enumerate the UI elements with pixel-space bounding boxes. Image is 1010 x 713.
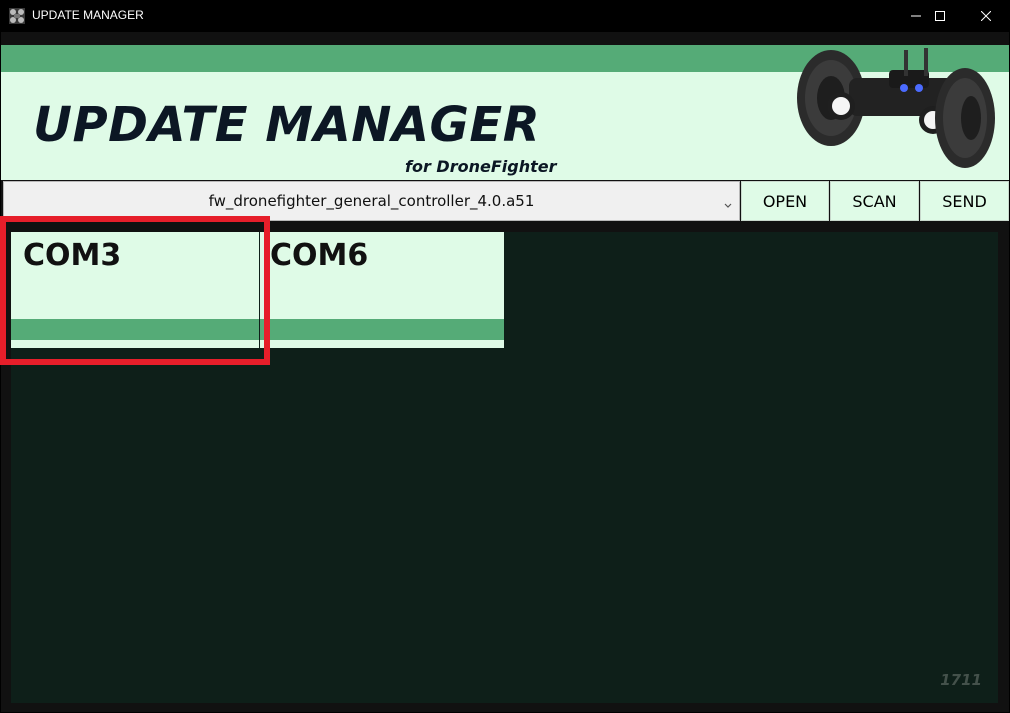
open-button[interactable]: OPEN [741,181,829,221]
watermark-text: 1711 [940,671,982,689]
port-name: COM6 [270,238,369,273]
app-window: UPDATE MANAGER for DroneFighter fw_drone… [1,32,1009,712]
scan-button[interactable]: SCAN [830,181,919,221]
header-banner: UPDATE MANAGER for DroneFighter [1,45,1009,180]
drone-robot-image [789,40,999,175]
drone-app-icon [9,8,25,24]
close-icon [981,11,991,21]
port-status-bar [260,319,504,340]
title-bar: UPDATE MANAGER [0,0,1010,32]
app-title: UPDATE MANAGER [33,97,541,153]
send-button[interactable]: SEND [920,181,1009,221]
maximize-icon [935,11,945,21]
window-title: UPDATE MANAGER [32,8,144,22]
app-subtitle: for DroneFighter [405,157,557,176]
port-card-com6[interactable]: COM6 [260,232,504,348]
maximize-button[interactable] [917,0,963,32]
close-button[interactable] [963,0,1009,32]
firmware-select-value: fw_dronefighter_general_controller_4.0.a… [208,192,535,210]
selection-highlight [0,216,270,365]
chevron-down-icon [723,196,733,208]
firmware-select[interactable]: fw_dronefighter_general_controller_4.0.a… [3,181,740,221]
